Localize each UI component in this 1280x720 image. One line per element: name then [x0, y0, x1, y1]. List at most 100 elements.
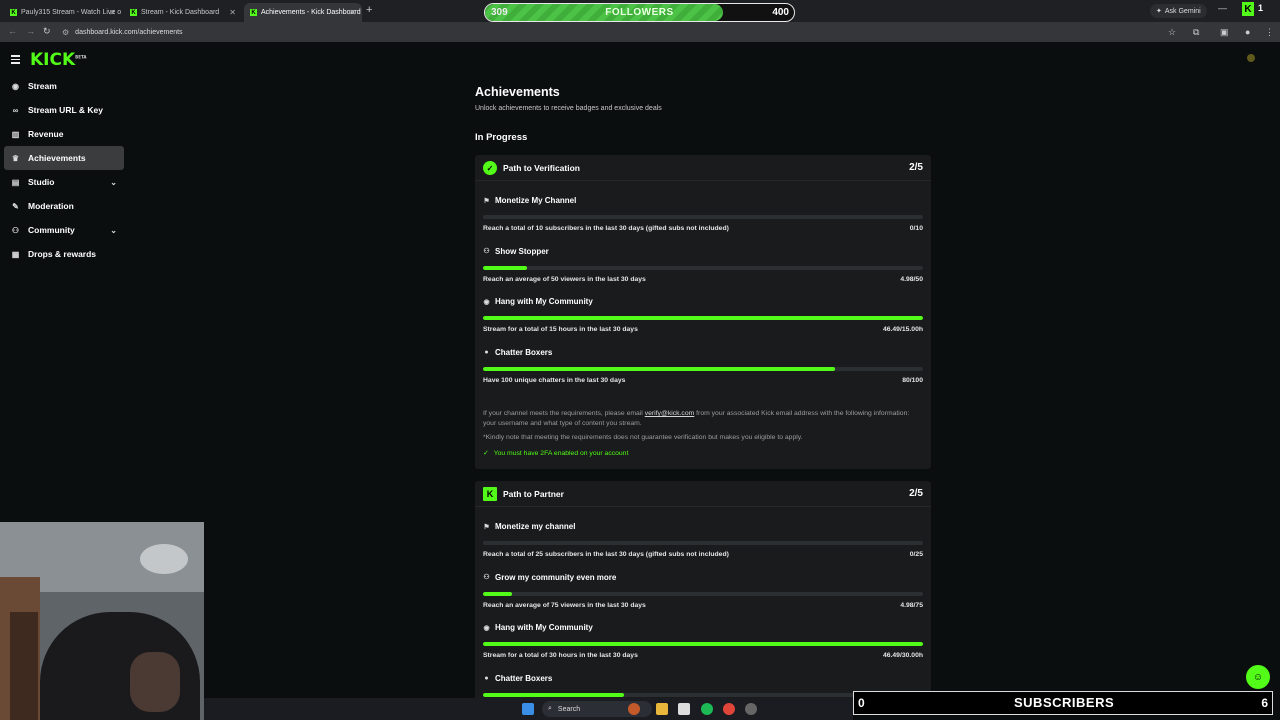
card-title: Path to Partner	[503, 489, 564, 499]
achievement-task: ⚑ Monetize my channel Reach a total of 25…	[483, 522, 923, 558]
achievement-task: ◉ Hang with My Community Stream for a tot…	[483, 297, 923, 333]
check-icon: ✓	[483, 450, 489, 457]
requirement-2fa: ✓ You must have 2FA enabled on your acco…	[483, 449, 629, 458]
progress-bar	[483, 316, 923, 320]
users-icon: ⚇	[483, 574, 490, 581]
tab-label: Stream - Kick Dashboard	[141, 9, 220, 16]
verification-disclaimer: *Kindly note that meeting the requiremen…	[483, 434, 803, 441]
bookmark-star-icon[interactable]: ☆	[1168, 27, 1176, 38]
page-title: Achievements	[475, 85, 560, 99]
followers-target: 400	[772, 7, 789, 18]
spotify-icon[interactable]	[701, 703, 713, 715]
card-count: 2/5	[909, 162, 923, 173]
app-icon[interactable]	[678, 703, 690, 715]
sidepanel-icon[interactable]: ▣	[1220, 27, 1229, 38]
new-tab-icon[interactable]: +	[366, 4, 372, 16]
kick-overlay-logo-icon: K	[1242, 2, 1254, 16]
verification-instructions: If your channel meets the requirements, …	[483, 410, 910, 427]
sidebar-item-studio[interactable]: ▤ Studio ⌄	[4, 170, 124, 194]
url-field[interactable]: ⚙ dashboard.kick.com/achievements	[62, 25, 1162, 39]
browser-tab[interactable]: K Pauly315 Stream - Watch Live o ✕	[4, 3, 122, 22]
close-tab-icon[interactable]: ✕	[109, 8, 116, 17]
gift-icon: ▦	[11, 249, 20, 259]
tab-label: Pauly315 Stream - Watch Live o	[21, 9, 122, 16]
url-text: dashboard.kick.com/achievements	[75, 28, 183, 36]
windows-start-icon[interactable]	[522, 703, 534, 715]
extensions-icon[interactable]: ⧉	[1193, 27, 1199, 38]
sidebar-item-stream[interactable]: ◉ Stream	[4, 74, 124, 98]
people-icon: ⚇	[11, 225, 20, 235]
achievement-task: ⚇ Show Stopper Reach an average of 50 vie…	[483, 246, 923, 283]
sidebar-item-achievements[interactable]: ♛ Achievements	[4, 146, 124, 170]
overlay-counter: 1	[1258, 3, 1264, 13]
chart-icon: ▥	[11, 129, 20, 139]
followers-goal-bar: 309 FOLLOWERS 400	[484, 3, 795, 22]
sidebar-item-stream-url-key[interactable]: ∞ Stream URL & Key	[4, 98, 124, 122]
obs-icon[interactable]	[745, 703, 757, 715]
browser-tab[interactable]: K Stream - Kick Dashboard ✕	[124, 3, 242, 22]
progress-fill	[483, 642, 923, 646]
address-bar: ← → ↻ ⚙ dashboard.kick.com/achievements …	[0, 22, 1280, 42]
notification-icon[interactable]	[1247, 54, 1255, 62]
kick-partner-badge-icon: K	[483, 487, 497, 501]
chevron-down-icon[interactable]: ⌄	[110, 226, 117, 235]
card-count: 2/5	[909, 488, 923, 499]
sidebar-item-drops-rewards[interactable]: ▦ Drops & rewards	[4, 242, 124, 266]
back-icon[interactable]: ←	[8, 26, 17, 36]
kick-favicon-icon: K	[130, 9, 137, 16]
subscribers-target: 6	[1261, 696, 1268, 710]
close-tab-icon[interactable]: ✕	[349, 8, 356, 17]
widget-icon[interactable]	[628, 703, 640, 715]
file-explorer-icon[interactable]	[656, 703, 668, 715]
progress-bar	[483, 642, 923, 646]
progress-fill	[483, 692, 624, 697]
progress-fill	[483, 265, 527, 270]
ceiling-fan	[140, 544, 188, 574]
support-chat-button[interactable]: ☺	[1246, 665, 1270, 689]
sidebar-item-moderation[interactable]: ✎ Moderation	[4, 194, 124, 218]
flag-icon: ⚑	[483, 523, 490, 531]
chat-bubble-icon: ●	[484, 674, 489, 682]
chat-bubble-icon: ●	[484, 348, 489, 356]
hamburger-menu-icon[interactable]	[11, 55, 20, 66]
menu-dots-icon[interactable]: ⋮	[1265, 27, 1274, 38]
verification-card: ✓ Path to Verification 2/5 ⚑ Monetize My …	[475, 155, 931, 469]
sidebar-item-revenue[interactable]: ▥ Revenue	[4, 122, 124, 146]
progress-fill	[483, 366, 835, 371]
forward-icon[interactable]: →	[26, 26, 35, 36]
card-header: ✓ Path to Verification 2/5	[475, 155, 931, 181]
chevron-down-icon[interactable]: ⌄	[110, 178, 117, 187]
minimize-icon[interactable]: —	[1218, 3, 1227, 13]
ask-gemini-button[interactable]: ✦ Ask Gemini	[1150, 4, 1207, 18]
subscribers-label: SUBSCRIBERS	[1014, 695, 1115, 710]
reload-icon[interactable]: ↻	[43, 26, 51, 37]
partner-card: K Path to Partner 2/5 ⚑ Monetize my chann…	[475, 481, 931, 711]
progress-bar	[483, 265, 923, 270]
sidebar-nav: ◉ Stream ∞ Stream URL & Key ▥ Revenue ♛ …	[4, 74, 124, 266]
kick-favicon-icon: K	[10, 9, 17, 16]
browser-tab-active[interactable]: K Achievements - Kick Dashboard ✕	[244, 3, 362, 22]
progress-bar	[483, 366, 923, 371]
profile-avatar-icon[interactable]: ●	[1245, 27, 1250, 37]
chrome-icon[interactable]	[723, 703, 735, 715]
site-info-icon[interactable]: ⚙	[62, 28, 69, 37]
progress-bar	[483, 215, 923, 219]
achievement-task: ● Chatter Boxers Have 100 unique chatters…	[483, 347, 923, 384]
link-icon: ∞	[12, 105, 19, 115]
sparkle-icon: ✦	[1156, 8, 1162, 15]
tab-label: Achievements - Kick Dashboard	[261, 9, 361, 16]
verify-email-link[interactable]: verify@kick.com	[645, 410, 695, 417]
kick-logo[interactable]: KICKBETA	[30, 50, 86, 70]
broadcast-icon: ◉	[483, 298, 490, 306]
studio-icon: ▤	[11, 177, 20, 187]
achievement-task: ⚇ Grow my community even more Reach an av…	[483, 572, 923, 609]
close-tab-icon[interactable]: ✕	[229, 8, 236, 17]
progress-fill	[483, 591, 513, 596]
section-title: In Progress	[475, 132, 528, 143]
achievement-task: ◉ Hang with My Community Stream for a tot…	[483, 623, 923, 659]
page-subtitle: Unlock achievements to receive badges an…	[475, 105, 662, 112]
broadcast-icon: ◉	[483, 624, 490, 632]
sidebar-item-community[interactable]: ⚇ Community ⌄	[4, 218, 124, 242]
achievement-task: ⚑ Monetize My Channel Reach a total of 10…	[483, 196, 923, 232]
progress-bar	[483, 591, 923, 596]
